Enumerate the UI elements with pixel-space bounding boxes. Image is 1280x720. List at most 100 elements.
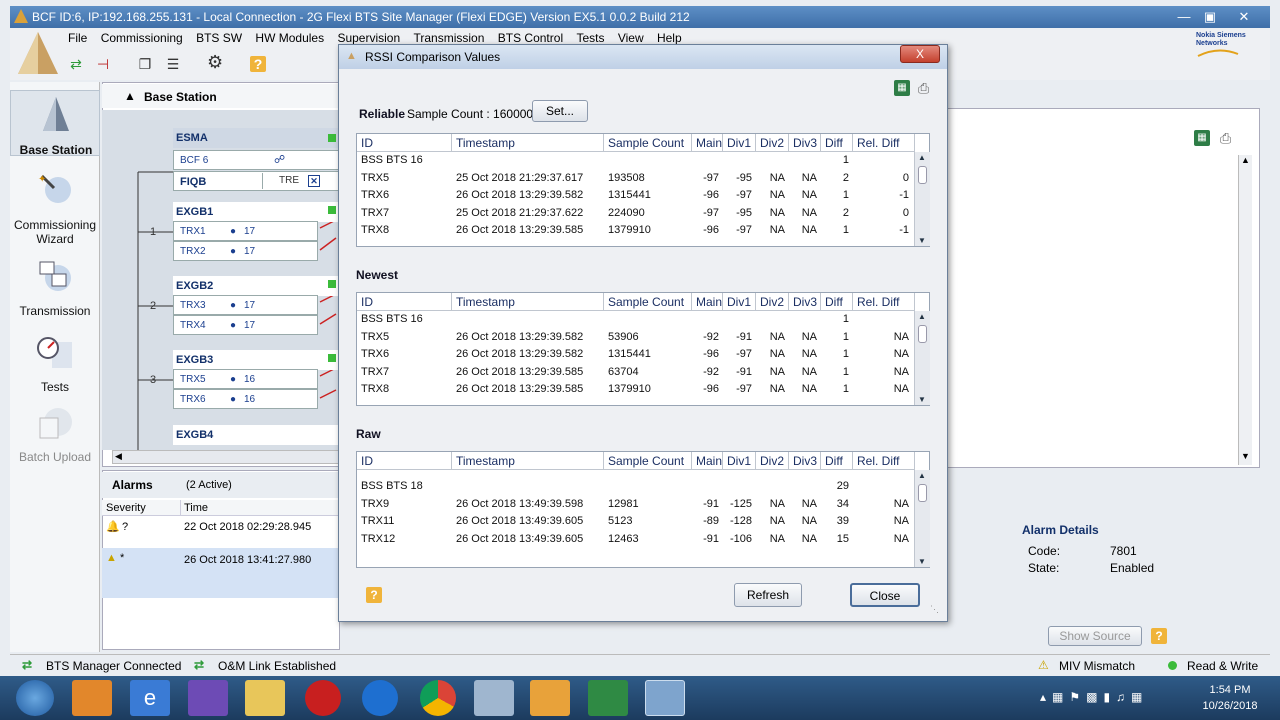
- exgb4-module[interactable]: EXGB4: [173, 425, 343, 445]
- column-header[interactable]: Sample Count: [604, 452, 692, 470]
- column-header[interactable]: Rel. Diff: [853, 134, 915, 152]
- alarm-row[interactable]: ▲ * 26 Oct 2018 13:41:27.980: [102, 548, 340, 598]
- table-row[interactable]: TRX7 25 Oct 2018 21:29:37.622 224090 -97 -95…: [357, 205, 914, 223]
- exgb3-module[interactable]: EXGB3: [173, 350, 343, 370]
- scroll-up-icon[interactable]: ▲: [918, 153, 926, 162]
- table-row[interactable]: BSS BTS 16 1: [357, 311, 914, 329]
- table-row[interactable]: TRX11 26 Oct 2018 13:49:39.605 5123 -89 -128…: [357, 513, 914, 531]
- nav-tests[interactable]: Tests: [10, 334, 100, 394]
- app-icon[interactable]: [188, 680, 228, 716]
- column-header[interactable]: Div3: [789, 293, 821, 311]
- scroll-up-icon[interactable]: ▲: [1241, 155, 1250, 165]
- exgb2-module[interactable]: EXGB2: [173, 276, 343, 296]
- print-icon[interactable]: ⎙: [918, 80, 936, 96]
- internet-explorer-icon[interactable]: e: [130, 680, 170, 716]
- outlook-icon[interactable]: [530, 680, 570, 716]
- trx1-row[interactable]: TRX1 ● 17: [173, 221, 318, 241]
- menu-commissioning[interactable]: Commissioning: [101, 28, 183, 48]
- maximize-button[interactable]: ▣: [1198, 8, 1222, 26]
- window-titlebar[interactable]: BCF ID:6, IP:192.168.255.131 - Local Con…: [10, 6, 1270, 28]
- trx5-row[interactable]: TRX5 ● 16: [173, 369, 318, 389]
- table-row[interactable]: TRX6 26 Oct 2018 13:29:39.582 1315441 -96 -9…: [357, 187, 914, 205]
- table-row[interactable]: BSS BTS 18 29: [357, 478, 914, 496]
- set-button[interactable]: Set...: [532, 100, 588, 122]
- column-header[interactable]: Timestamp: [452, 134, 604, 152]
- trx6-row[interactable]: TRX6 ● 16: [173, 389, 318, 409]
- chrome-icon[interactable]: [420, 680, 456, 716]
- window-close-button[interactable]: ✕: [1232, 8, 1256, 26]
- table-row[interactable]: TRX8 26 Oct 2018 13:29:39.585 1379910 -96 -9…: [357, 381, 914, 399]
- connect-icon[interactable]: ⇄: [68, 56, 84, 72]
- scroll-left-icon[interactable]: ◀: [115, 451, 122, 462]
- vertical-scrollbar[interactable]: ▲ ▼: [914, 311, 930, 405]
- column-header[interactable]: Timestamp: [452, 293, 604, 311]
- nav-transmission[interactable]: Transmission: [10, 258, 100, 318]
- scroll-thumb[interactable]: [918, 325, 927, 343]
- esma-module[interactable]: ESMA: [173, 128, 343, 148]
- disconnect-icon[interactable]: ⊣: [95, 56, 111, 72]
- nav-base-station[interactable]: Base Station: [10, 90, 100, 157]
- alarm-row[interactable]: 🔔 ? 22 Oct 2018 02:29:28.945: [102, 518, 340, 540]
- document-icon[interactable]: ☰: [165, 56, 181, 72]
- menu-file[interactable]: File: [68, 28, 87, 48]
- column-header[interactable]: Sample Count: [604, 293, 692, 311]
- table-row[interactable]: TRX7 26 Oct 2018 13:29:39.585 63704 -92 -91 N…: [357, 364, 914, 382]
- scroll-down-icon[interactable]: ▼: [918, 557, 926, 566]
- nav-commissioning-wizard[interactable]: ✦ Commissioning Wizard: [10, 170, 100, 246]
- trx2-row[interactable]: TRX2 ● 17: [173, 241, 318, 261]
- menu-hw-modules[interactable]: HW Modules: [255, 28, 324, 48]
- system-tray[interactable]: ▴▦⚑▩▮♫▦: [1040, 690, 1180, 706]
- column-header[interactable]: ID: [357, 293, 452, 311]
- horizontal-scrollbar[interactable]: ◀: [112, 450, 340, 464]
- start-button[interactable]: [16, 680, 54, 716]
- scroll-down-icon[interactable]: ▼: [918, 236, 926, 245]
- table-row[interactable]: TRX6 26 Oct 2018 13:29:39.582 1315441 -96 -9…: [357, 346, 914, 364]
- table-row[interactable]: TRX12 26 Oct 2018 13:49:39.605 12463 -91 -10…: [357, 531, 914, 549]
- table-row[interactable]: TRX5 26 Oct 2018 13:29:39.582 53906 -92 -91 N…: [357, 329, 914, 347]
- media-player-icon[interactable]: [72, 680, 112, 716]
- help-icon[interactable]: ?: [250, 56, 266, 72]
- scroll-down-icon[interactable]: ▼: [1241, 451, 1250, 461]
- column-header[interactable]: Main: [692, 452, 723, 470]
- column-header[interactable]: ID: [357, 452, 452, 470]
- print-icon[interactable]: ⎙: [1220, 130, 1238, 146]
- save-icon[interactable]: ▦: [894, 80, 910, 96]
- remote-desktop-icon[interactable]: [474, 680, 514, 716]
- help-icon[interactable]: ?: [366, 587, 382, 603]
- menu-bts-sw[interactable]: BTS SW: [196, 28, 242, 48]
- column-header[interactable]: Timestamp: [452, 452, 604, 470]
- close-button[interactable]: Close: [850, 583, 920, 607]
- minimize-button[interactable]: —: [1172, 8, 1196, 26]
- clock[interactable]: 1:54 PM 10/26/2018: [1190, 680, 1270, 716]
- file-explorer-icon[interactable]: [245, 680, 285, 716]
- table-row[interactable]: TRX8 26 Oct 2018 13:29:39.585 1379910 -96 -9…: [357, 222, 914, 240]
- scroll-thumb[interactable]: [918, 166, 927, 184]
- save-icon[interactable]: ▦: [1194, 130, 1210, 146]
- nav-batch-upload[interactable]: Batch Upload: [10, 404, 100, 464]
- column-header[interactable]: Main: [692, 293, 723, 311]
- dialog-close-x-button[interactable]: X: [900, 45, 940, 63]
- bts-manager-taskbar-icon[interactable]: [645, 680, 685, 716]
- resize-grip-icon[interactable]: ⋱: [930, 604, 939, 615]
- bcf-row[interactable]: BCF 6 ☍: [173, 150, 343, 170]
- column-header[interactable]: Diff: [821, 134, 853, 152]
- excel-icon[interactable]: [588, 680, 628, 716]
- column-header[interactable]: Rel. Diff: [853, 452, 915, 470]
- show-source-button[interactable]: Show Source: [1048, 626, 1142, 646]
- column-header[interactable]: ID: [357, 134, 452, 152]
- column-header[interactable]: Div3: [789, 452, 821, 470]
- dialog-titlebar[interactable]: ▲ RSSI Comparison Values: [339, 45, 947, 69]
- scroll-thumb[interactable]: [918, 484, 927, 502]
- column-header[interactable]: Div1: [723, 134, 756, 152]
- tre-close-icon[interactable]: ✕: [308, 175, 320, 187]
- teamviewer-icon[interactable]: [362, 680, 398, 716]
- table-row[interactable]: TRX9 26 Oct 2018 13:49:39.598 12981 -91 -125…: [357, 496, 914, 514]
- trx4-row[interactable]: TRX4 ● 17: [173, 315, 318, 335]
- column-header[interactable]: Div2: [756, 293, 789, 311]
- column-header[interactable]: Div2: [756, 452, 789, 470]
- column-header[interactable]: Sample Count: [604, 134, 692, 152]
- column-header[interactable]: Div3: [789, 134, 821, 152]
- fiqb-row[interactable]: FIQB TRE ✕: [173, 171, 343, 191]
- column-header[interactable]: Diff: [821, 452, 853, 470]
- column-header[interactable]: Div2: [756, 134, 789, 152]
